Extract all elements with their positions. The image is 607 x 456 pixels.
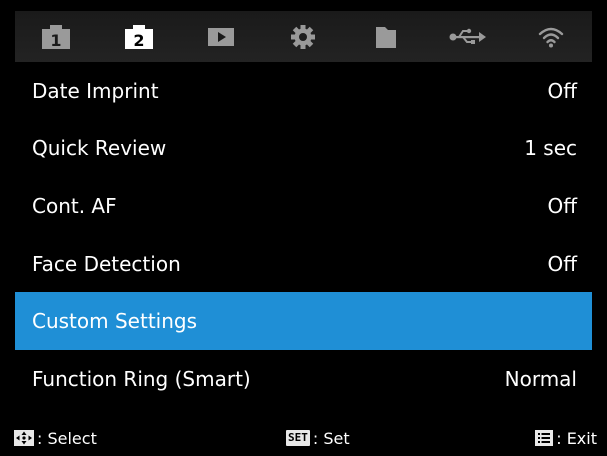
tab-wifi[interactable] xyxy=(510,11,592,62)
menu-item-value: 1 sec xyxy=(524,136,577,161)
tab-file[interactable] xyxy=(345,11,427,62)
menu-item-label: Custom Settings xyxy=(32,309,198,334)
menu-item-label: Date Imprint xyxy=(32,78,159,103)
usb-tab-icon xyxy=(449,28,487,44)
gear-tab-icon xyxy=(291,24,316,49)
menu-item-date-imprint[interactable]: Date Imprint Off xyxy=(15,62,592,120)
camera-1-tab-icon: 1 xyxy=(42,24,71,50)
wifi-tab-icon xyxy=(538,27,563,47)
menu-item-custom-settings[interactable]: Custom Settings xyxy=(15,292,592,350)
exit-hint: : Exit xyxy=(535,423,597,453)
menu-item-value: Off xyxy=(547,78,577,103)
menu-item-face-detection[interactable]: Face Detection Off xyxy=(15,235,592,293)
exit-hint-label: : Exit xyxy=(556,428,597,448)
set-hint-label: : Set xyxy=(312,428,350,448)
menu-item-quick-review[interactable]: Quick Review 1 sec xyxy=(15,120,592,178)
playback-tab-icon xyxy=(208,27,235,46)
menu-item-value: Off xyxy=(547,193,577,218)
menu-button-icon xyxy=(535,430,554,446)
select-hint: : Select xyxy=(14,423,97,453)
menu-item-label: Quick Review xyxy=(32,136,167,161)
settings-menu: Date Imprint Off Quick Review 1 sec Cont… xyxy=(15,62,592,408)
menu-item-cont-af[interactable]: Cont. AF Off xyxy=(15,177,592,235)
set-key-icon: SET xyxy=(286,430,310,446)
tab-shooting-2[interactable]: 2 xyxy=(97,11,179,62)
button-hint-bar: : Select SET : Set : Exit xyxy=(0,423,607,453)
menu-item-function-ring[interactable]: Function Ring (Smart) Normal xyxy=(15,350,592,408)
svg-text:1: 1 xyxy=(51,31,62,50)
set-hint: SET : Set xyxy=(286,423,350,453)
tab-setup[interactable] xyxy=(262,11,344,62)
tab-playback[interactable] xyxy=(180,11,262,62)
menu-item-value: Off xyxy=(547,251,577,276)
svg-text:2: 2 xyxy=(133,31,144,50)
menu-tab-bar: 1 2 xyxy=(15,11,592,62)
tab-shooting-1[interactable]: 1 xyxy=(15,11,97,62)
camera-2-tab-icon: 2 xyxy=(124,24,153,50)
menu-item-label: Face Detection xyxy=(32,251,181,276)
four-way-dpad-icon xyxy=(14,430,34,446)
menu-item-label: Cont. AF xyxy=(32,193,117,218)
folder-tab-icon xyxy=(375,26,396,48)
select-hint-label: : Select xyxy=(37,428,97,448)
menu-item-value: Normal xyxy=(504,366,577,391)
menu-item-label: Function Ring (Smart) xyxy=(32,366,251,391)
tab-usb[interactable] xyxy=(427,11,509,62)
